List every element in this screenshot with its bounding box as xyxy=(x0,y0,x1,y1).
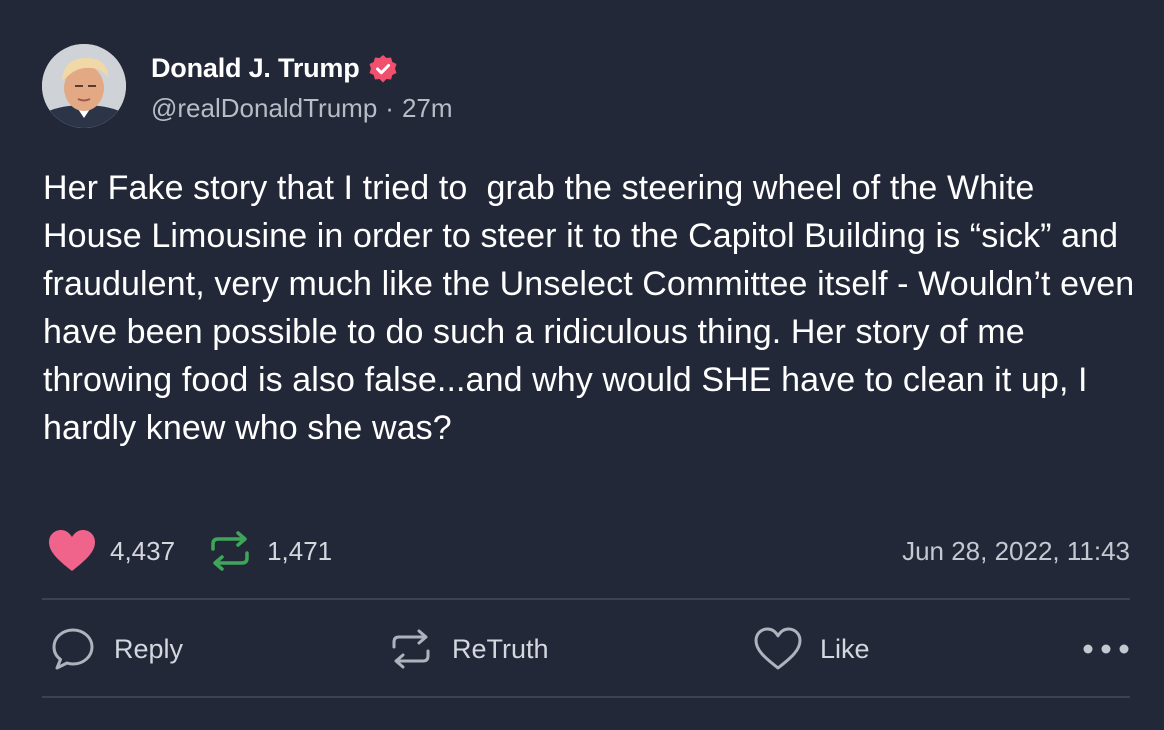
reply-bubble-icon xyxy=(52,628,94,670)
heart-outline-icon xyxy=(754,627,802,670)
avatar[interactable] xyxy=(42,44,126,128)
retruths-count: 1,471 xyxy=(267,535,333,566)
retruths-stat[interactable]: 1,471 xyxy=(207,528,332,574)
avatar-portrait-icon xyxy=(42,44,126,128)
like-button[interactable]: Like xyxy=(754,622,870,676)
name-row: Donald J. Trump xyxy=(151,49,453,89)
action-bar: Reply ReTruth Like xyxy=(50,622,1130,676)
truth-post: Donald J. Trump @realDonaldTrump · 27m H… xyxy=(0,0,1164,730)
retruth-icon xyxy=(392,629,430,669)
divider xyxy=(42,696,1130,698)
more-options-button[interactable] xyxy=(1082,622,1130,676)
meta-separator: · xyxy=(385,92,394,123)
post-header: Donald J. Trump @realDonaldTrump · 27m xyxy=(42,44,453,128)
post-timestamp[interactable]: Jun 28, 2022, 11:43 xyxy=(902,536,1130,567)
verified-badge-icon xyxy=(368,54,398,84)
post-text: Her Fake story that I tried to grab the … xyxy=(43,169,1144,447)
retruth-button[interactable]: ReTruth xyxy=(388,622,549,676)
more-dots-icon xyxy=(1083,644,1129,654)
likes-count: 4,437 xyxy=(110,535,176,566)
display-name[interactable]: Donald J. Trump xyxy=(151,53,360,84)
handle[interactable]: @realDonaldTrump xyxy=(151,93,377,124)
retruth-green-icon xyxy=(211,531,249,571)
reply-label: Reply xyxy=(114,633,184,664)
like-label: Like xyxy=(820,633,870,664)
relative-time[interactable]: 27m xyxy=(402,93,453,124)
divider xyxy=(42,598,1130,600)
reply-button[interactable]: Reply xyxy=(50,622,183,676)
handle-row: @realDonaldTrump · 27m xyxy=(151,93,453,124)
author-info: Donald J. Trump @realDonaldTrump · 27m xyxy=(151,49,453,124)
post-stats: 4,437 1,471 Jun 28, 2022, 11:43 xyxy=(48,526,1130,576)
retruth-label: ReTruth xyxy=(452,633,549,664)
likes-stat[interactable]: 4,437 xyxy=(48,529,175,573)
heart-filled-icon xyxy=(49,530,95,571)
